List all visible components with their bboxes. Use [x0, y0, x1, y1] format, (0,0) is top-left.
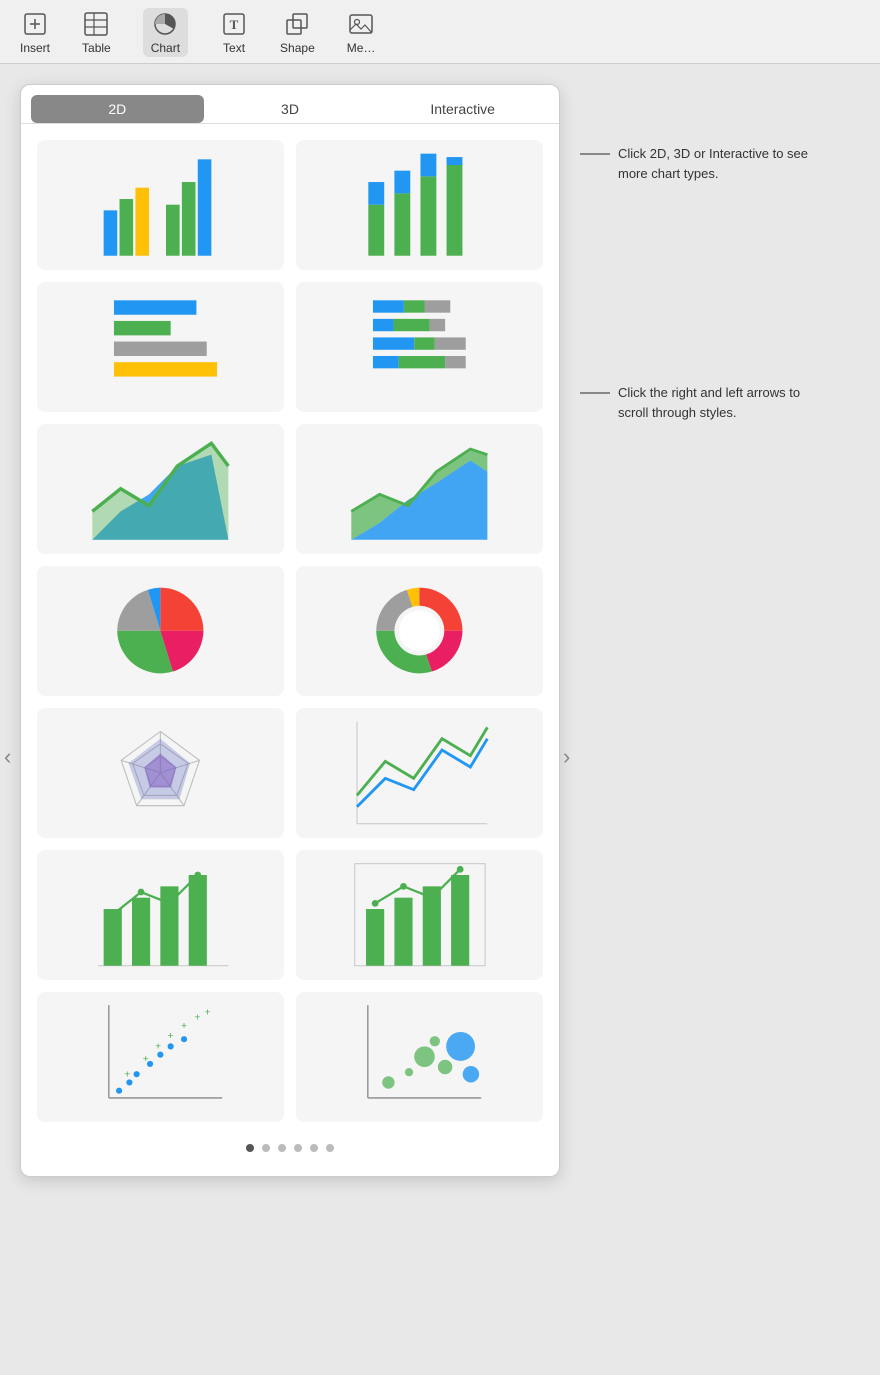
annotation-mid: Click the right and left arrows to scrol… — [580, 383, 840, 422]
chart-line[interactable] — [296, 708, 543, 838]
chart-bubble[interactable] — [296, 992, 543, 1122]
pagination-dot-6[interactable] — [326, 1144, 334, 1152]
toolbar-media[interactable]: Me… — [347, 10, 376, 55]
annotations: Click 2D, 3D or Interactive to see more … — [580, 84, 840, 1177]
svg-text:+: + — [195, 1013, 201, 1024]
chart-area[interactable] — [37, 424, 284, 554]
chart-stacked-horizontal-bar[interactable] — [296, 282, 543, 412]
annotation-line-top — [580, 153, 610, 155]
tab-bar: 2D 3D Interactive — [21, 85, 559, 124]
pagination — [21, 1132, 559, 1156]
chart-grid: + + + + + + + — [21, 124, 559, 1132]
nav-left-arrow[interactable]: ‹ — [4, 744, 11, 770]
tab-3d[interactable]: 3D — [204, 95, 377, 123]
pagination-dot-5[interactable] — [310, 1144, 318, 1152]
chart-horizontal-bar[interactable] — [37, 282, 284, 412]
nav-right-arrow[interactable]: › — [563, 744, 570, 770]
chart-scatter[interactable]: + + + + + + + — [37, 992, 284, 1122]
svg-text:+: + — [205, 1008, 211, 1019]
chart-grouped-bar[interactable] — [37, 140, 284, 270]
chart-mixed-bar-line[interactable] — [37, 850, 284, 980]
toolbar: Insert Table Chart T Text Shape — [0, 0, 880, 64]
annotation-text-mid: Click the right and left arrows to scrol… — [618, 383, 818, 422]
toolbar-chart[interactable]: Chart — [143, 8, 188, 57]
annotation-top: Click 2D, 3D or Interactive to see more … — [580, 144, 840, 183]
annotation-text-top: Click 2D, 3D or Interactive to see more … — [618, 144, 818, 183]
pagination-dot-2[interactable] — [262, 1144, 270, 1152]
chart-stacked-area[interactable] — [296, 424, 543, 554]
chart-stacked-bar[interactable] — [296, 140, 543, 270]
svg-text:+: + — [168, 1031, 174, 1042]
tab-2d[interactable]: 2D — [31, 95, 204, 123]
chart-panel: 2D 3D Interactive — [20, 84, 560, 1177]
svg-text:T: T — [230, 17, 239, 32]
toolbar-insert[interactable]: Insert — [20, 10, 50, 55]
chart-radar[interactable] — [37, 708, 284, 838]
pagination-dot-1[interactable] — [246, 1144, 254, 1152]
pagination-dot-3[interactable] — [278, 1144, 286, 1152]
chart-donut[interactable] — [296, 566, 543, 696]
toolbar-shape[interactable]: Shape — [280, 10, 315, 55]
svg-text:+: + — [124, 1070, 130, 1081]
chart-mixed-bar-line-box[interactable] — [296, 850, 543, 980]
svg-text:+: + — [143, 1054, 149, 1065]
main-layout: ‹ 2D 3D Interactive — [0, 64, 880, 1177]
pagination-dot-4[interactable] — [294, 1144, 302, 1152]
tab-interactive[interactable]: Interactive — [376, 95, 549, 123]
toolbar-text[interactable]: T Text — [220, 10, 248, 55]
chart-pie[interactable] — [37, 566, 284, 696]
svg-text:+: + — [155, 1042, 161, 1053]
svg-text:+: + — [181, 1021, 187, 1032]
annotation-line-mid — [580, 392, 610, 394]
toolbar-table[interactable]: Table — [82, 10, 111, 55]
